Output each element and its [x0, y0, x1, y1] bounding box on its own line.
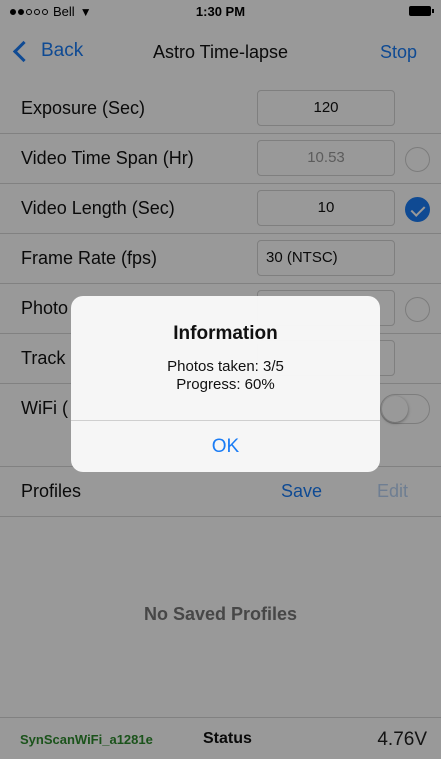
- information-alert: Information Photos taken: 3/5 Progress: …: [71, 296, 380, 472]
- alert-message: Photos taken: 3/5 Progress: 60%: [71, 358, 380, 394]
- alert-title: Information: [173, 323, 278, 344]
- photos-taken-text: Photos taken: 3/5: [167, 358, 284, 375]
- ok-button[interactable]: OK: [71, 421, 380, 472]
- progress-text: Progress: 60%: [176, 376, 275, 393]
